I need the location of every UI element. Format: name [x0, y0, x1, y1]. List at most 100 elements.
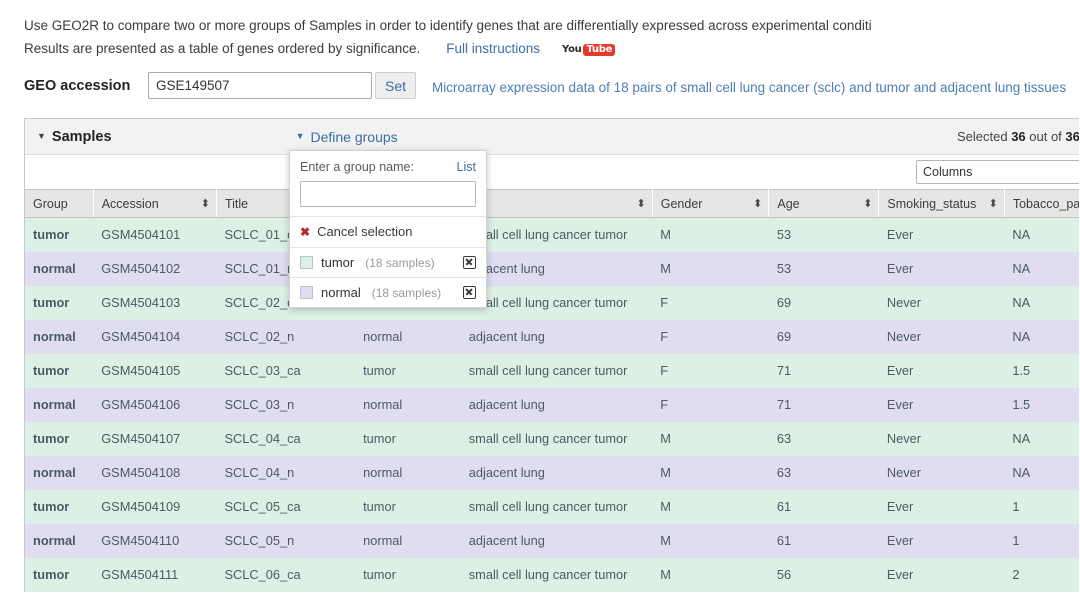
table-row[interactable]: tumor GSM4504107 SCLC_04_ca tumor small cell…	[25, 421, 1080, 456]
cell-gender: F	[652, 319, 769, 354]
set-button[interactable]: Set	[375, 72, 417, 100]
table-row[interactable]: tumorGSM4504101SCLC_01_catumorsmall cell…	[25, 217, 1080, 252]
series-title-link[interactable]: Microarray expression data of 18 pairs o…	[432, 72, 1066, 100]
full-instructions-link[interactable]: Full instructions	[446, 37, 540, 60]
cell-group2: normal	[355, 523, 461, 558]
samples-title: Samples	[51, 128, 112, 145]
group-name-label: tumor	[321, 255, 355, 271]
table-row[interactable]: normal GSM4504106 SCLC_03_n normal adjacent …	[25, 387, 1080, 422]
cell-gender: M	[652, 217, 769, 252]
group-name-input[interactable]	[300, 181, 476, 208]
cell-accession: GSM4504110	[93, 523, 217, 558]
cell-smoking: Ever	[878, 387, 1005, 422]
sort-arrows-icon[interactable]: ⬍	[863, 197, 872, 210]
selected-total: 36	[1065, 129, 1080, 145]
table-row[interactable]: tumorGSM4504103SCLC_02_catumorsmall cell…	[25, 285, 1080, 320]
sort-arrows-icon[interactable]: ⬍	[989, 197, 998, 210]
table-row[interactable]: tumor GSM4504105 SCLC_03_ca tumor small cell…	[25, 353, 1080, 388]
table-header-label: Age	[777, 196, 800, 211]
cell-tissue: small cell lung cancer tumor	[460, 285, 653, 320]
cell-group: tumor	[25, 285, 94, 320]
table-header-cell-group: Group	[25, 189, 94, 219]
cell-group: tumor	[25, 557, 94, 592]
accession-label: GEO accession	[24, 78, 131, 95]
delete-group-icon[interactable]	[463, 286, 476, 300]
cell-accession: GSM4504104	[93, 319, 217, 354]
cell-accession: GSM4504107	[93, 421, 217, 456]
cell-tobacco: 1	[1004, 489, 1080, 524]
cell-tobacco: NA	[1004, 455, 1080, 490]
table-row[interactable]: normal GSM4504108 SCLC_04_n normal adjacent …	[25, 455, 1080, 490]
cell-group2: normal	[355, 319, 461, 354]
sort-arrows-icon[interactable]: ⬍	[201, 197, 210, 210]
cell-tissue: adjacent lung	[460, 251, 653, 286]
cell-tissue: adjacent lung	[460, 319, 653, 354]
intro-line-1: Use GEO2R to compare two or more groups …	[24, 18, 872, 33]
cancel-selection-button[interactable]: ✖ Cancel selection	[290, 216, 486, 247]
group-item-tumor[interactable]: tumor (18 samples)	[290, 247, 486, 277]
cell-group: normal	[25, 251, 94, 286]
table-header-cell-smoking-status[interactable]: Smoking_status ⬍	[878, 189, 1005, 219]
cell-title: SCLC_04_ca	[216, 421, 356, 456]
table-header-cell-gender[interactable]: Gender ⬍	[652, 189, 770, 219]
samples-panel: ▼ Samples ▼ Define groups Selected 36 ou…	[24, 118, 1080, 592]
cell-accession: GSM4504109	[93, 489, 217, 524]
columns-row: Columns ▼	[25, 155, 1080, 190]
cell-gender: F	[652, 285, 769, 320]
accession-input[interactable]	[148, 72, 372, 100]
youtube-icon[interactable]: You Tube	[562, 42, 616, 57]
columns-select[interactable]: Columns ▼	[916, 160, 1080, 185]
cell-gender: F	[652, 353, 769, 388]
table-row[interactable]: normalGSM4504102SCLC_01_nnormaladjacent …	[25, 251, 1080, 286]
table-header-cell-age[interactable]: Age ⬍	[768, 189, 880, 219]
cell-age: 53	[768, 217, 879, 252]
cell-age: 61	[768, 489, 879, 524]
sort-arrows-icon[interactable]: ⬍	[753, 197, 762, 210]
cell-tobacco: 1.5	[1004, 387, 1080, 422]
geo2r-page: Use GEO2R to compare two or more groups …	[0, 0, 1080, 615]
cell-group: tumor	[25, 353, 94, 388]
define-groups-top: Enter a group name: List	[290, 151, 486, 216]
cell-gender: M	[652, 455, 769, 490]
define-groups-list: tumor (18 samples) normal (18 samples)	[290, 247, 486, 307]
cell-group2: tumor	[355, 557, 461, 592]
cell-tobacco: NA	[1004, 319, 1080, 354]
table-row[interactable]: normal GSM4504104 SCLC_02_n normal adjacent …	[25, 319, 1080, 354]
delete-group-icon[interactable]	[463, 256, 476, 270]
list-link[interactable]: List	[457, 160, 476, 174]
cell-gender: M	[652, 251, 769, 286]
table-row[interactable]: tumor GSM4504111 SCLC_06_ca tumor small cell…	[25, 557, 1080, 592]
cell-title: SCLC_05_n	[216, 523, 356, 558]
cell-tissue: small cell lung cancer tumor	[460, 421, 653, 456]
cell-group: tumor	[25, 421, 94, 456]
cell-age: 63	[768, 455, 879, 490]
cell-age: 63	[768, 421, 879, 456]
group-item-normal[interactable]: normal (18 samples)	[290, 277, 486, 307]
define-groups-toggle[interactable]: ▼ Define groups	[296, 129, 398, 145]
table-header-cell-accession[interactable]: Accession ⬍	[93, 189, 217, 219]
cell-smoking: Ever	[878, 251, 1005, 286]
youtube-you-text: You	[562, 43, 582, 55]
cell-gender: M	[652, 557, 769, 592]
define-groups-panel: Enter a group name: List ✖ Cancel select…	[289, 150, 487, 309]
selected-samples-info: Selected 36 out of 36 s	[956, 129, 1080, 145]
cancel-selection-label: Cancel selection	[317, 224, 413, 240]
table-row[interactable]: tumor GSM4504109 SCLC_05_ca tumor small cell…	[25, 489, 1080, 524]
cell-group: normal	[25, 387, 94, 422]
cell-smoking: Ever	[878, 557, 1005, 592]
table-header-cell-e[interactable]: e⬍	[460, 189, 653, 219]
cell-tobacco: 2	[1004, 557, 1080, 592]
group-color-swatch	[300, 256, 313, 270]
intro-line-2: Results are presented as a table of gene…	[24, 41, 421, 57]
selected-count: 36	[1011, 129, 1026, 145]
accession-row: GEO accession Set Microarray expression …	[0, 60, 1080, 100]
group-sample-count: (18 samples)	[371, 285, 442, 300]
table-row[interactable]: normal GSM4504110 SCLC_05_n normal adjacent …	[25, 523, 1080, 558]
cell-group: normal	[25, 523, 94, 558]
cell-tissue: small cell lung cancer tumor	[460, 489, 653, 524]
sort-arrows-icon[interactable]: ⬍	[637, 197, 646, 210]
cell-tissue: adjacent lung	[460, 523, 653, 558]
cell-title: SCLC_03_n	[216, 387, 356, 422]
chevron-down-icon-samples[interactable]: ▼	[37, 131, 46, 141]
table-header-cell-tobacco-pack-per-: Tobacco_pack_per_	[1004, 189, 1080, 219]
